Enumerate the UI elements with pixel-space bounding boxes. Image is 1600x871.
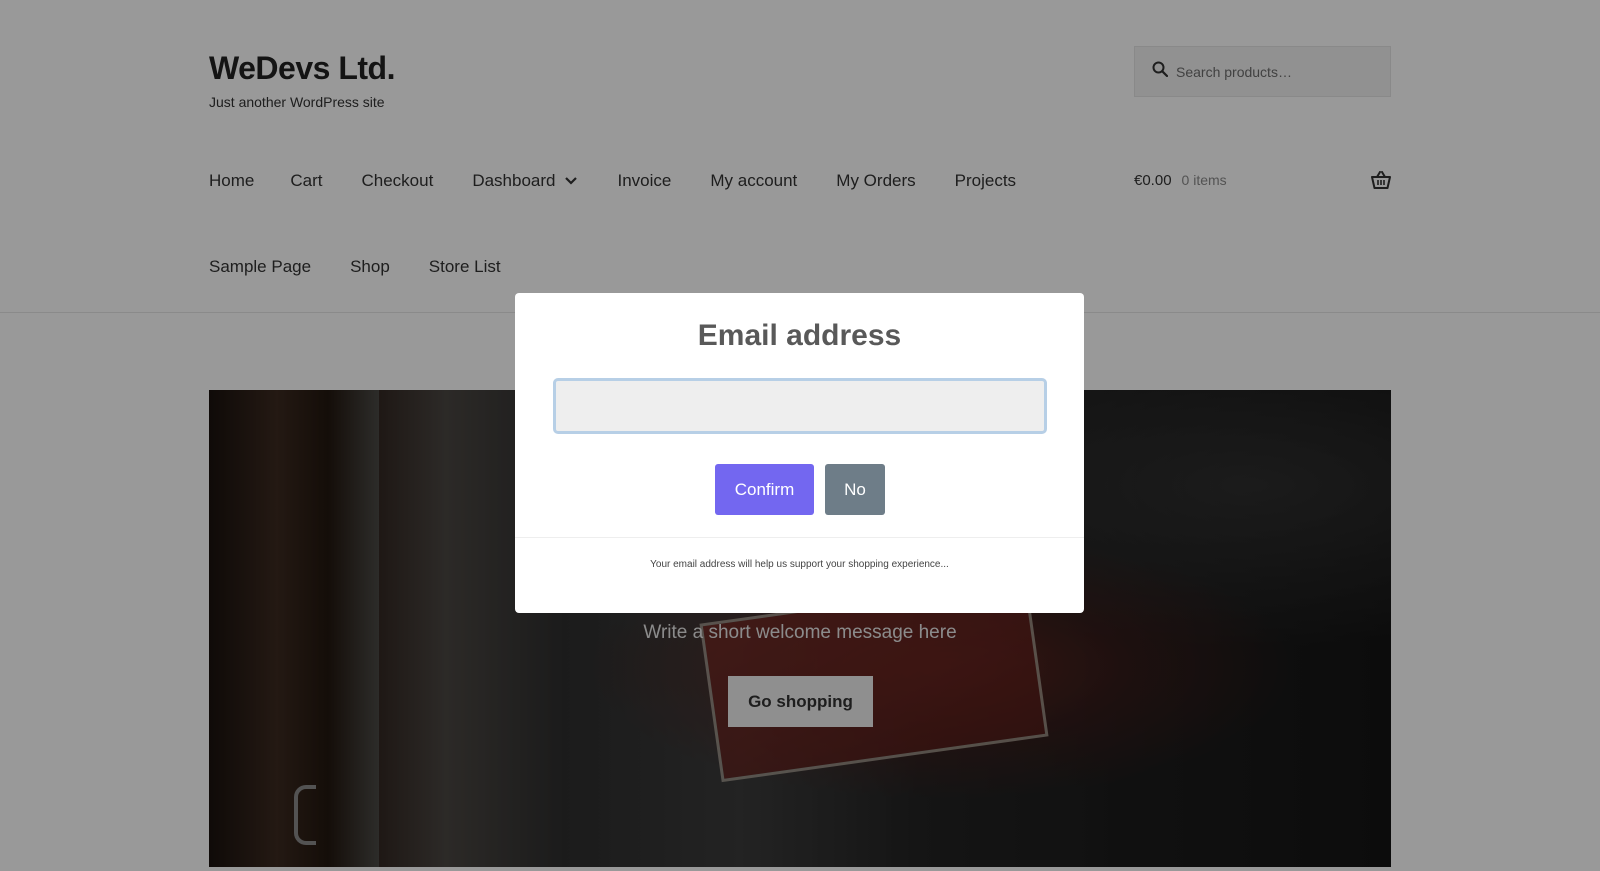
no-button[interactable]: No (825, 464, 885, 515)
email-modal: Email address Confirm No Your email addr… (515, 293, 1084, 613)
confirm-button[interactable]: Confirm (715, 464, 814, 515)
modal-title: Email address (697, 319, 902, 352)
email-field[interactable] (553, 378, 1047, 434)
modal-divider (515, 537, 1084, 538)
modal-footer-text: Your email address will help us support … (650, 559, 949, 570)
